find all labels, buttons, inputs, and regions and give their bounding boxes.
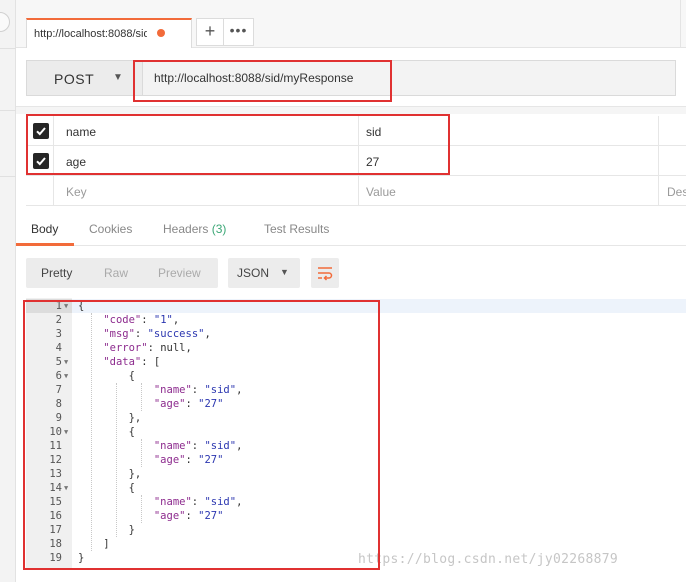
divider (0, 176, 16, 177)
param-value-placeholder[interactable]: Value (366, 185, 396, 199)
divider (358, 176, 359, 206)
divider (16, 106, 686, 114)
response-tabs: Body Cookies Headers (3) Test Results (16, 206, 686, 246)
divider (658, 146, 659, 176)
divider (658, 176, 659, 206)
preview-button[interactable]: Preview (158, 266, 201, 280)
method-select[interactable]: POST ▼ (26, 60, 142, 96)
chevron-down-icon: ▼ (113, 72, 123, 83)
sidebar-toggle-icon (0, 12, 10, 32)
pretty-button[interactable]: Pretty (41, 266, 72, 280)
divider (658, 116, 659, 146)
response-highlight-box (23, 300, 380, 570)
watermark: https://blog.csdn.net/jy02268879 (358, 552, 619, 567)
divider (0, 110, 16, 111)
param-description-placeholder[interactable]: Des (667, 185, 686, 199)
unsaved-dot-icon (157, 29, 165, 37)
divider (0, 48, 16, 49)
raw-button[interactable]: Raw (104, 266, 128, 280)
tab-cookies[interactable]: Cookies (89, 222, 132, 236)
divider (680, 0, 681, 48)
tab-test-results[interactable]: Test Results (264, 222, 329, 236)
tab-headers-label: Headers (163, 222, 209, 236)
method-label: POST (54, 71, 95, 87)
active-tab-indicator (16, 243, 74, 246)
params-highlight-box (26, 114, 450, 175)
headers-count-badge: (3) (211, 222, 227, 236)
response-toolbar: Pretty Raw Preview JSON ▼ (26, 258, 346, 288)
format-label: JSON (237, 266, 270, 280)
table-row-new: Key Value Des (26, 176, 686, 206)
chevron-down-icon: ▼ (280, 267, 289, 277)
request-tab[interactable]: http://localhost:8088/sid/ (26, 18, 192, 48)
tab-headers[interactable]: Headers (3) (163, 222, 226, 236)
url-highlight-box (133, 60, 392, 102)
left-sidebar-edge (0, 0, 16, 582)
new-tab-button[interactable]: + (196, 18, 224, 46)
param-enable-cell (26, 176, 54, 206)
tab-body[interactable]: Body (31, 222, 58, 236)
view-mode-group: Pretty Raw Preview (26, 258, 218, 288)
wrap-lines-icon (318, 267, 333, 281)
param-key-placeholder[interactable]: Key (66, 185, 87, 199)
more-tabs-button[interactable]: ••• (224, 18, 254, 46)
format-select[interactable]: JSON ▼ (228, 258, 300, 288)
wrap-lines-button[interactable] (311, 258, 339, 288)
request-tab-title: http://localhost:8088/sid/ (34, 28, 147, 40)
tab-bar: http://localhost:8088/sid/ + ••• (16, 0, 686, 48)
